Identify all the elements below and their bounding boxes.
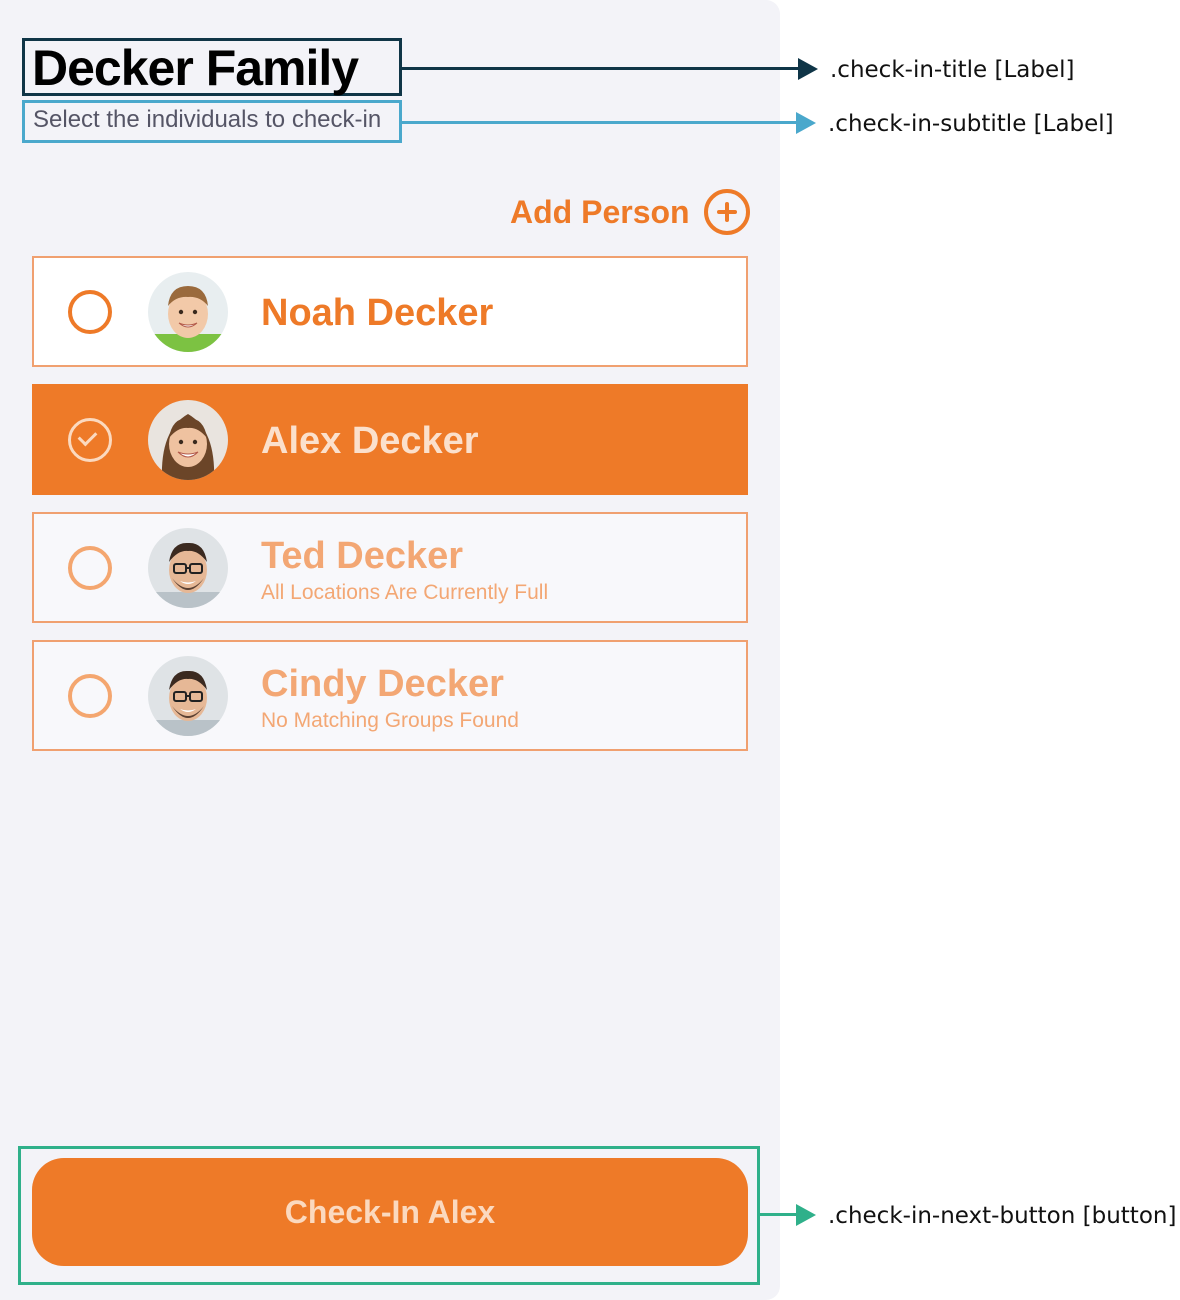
check-in-panel: Decker Family Select the individuals to … xyxy=(0,0,780,1300)
check-in-subtitle: Select the individuals to check-in xyxy=(33,106,382,133)
button-annotation-arrow-icon xyxy=(796,1204,816,1226)
person-name: Ted Decker xyxy=(261,535,464,577)
person-row-noah[interactable]: Noah Decker xyxy=(32,256,748,367)
person-status: All Locations Are Currently Full xyxy=(261,581,549,604)
person-name: Noah Decker xyxy=(261,292,494,334)
check-in-title: Decker Family xyxy=(32,40,359,96)
title-annotation-arrow-icon xyxy=(798,58,818,80)
person-name: Cindy Decker xyxy=(261,663,504,705)
subtitle-annotation-arrow-icon xyxy=(796,112,816,134)
person-row-cindy[interactable]: Cindy Decker No Matching Groups Found xyxy=(32,640,748,751)
person-name: Alex Decker xyxy=(261,420,479,462)
avatar xyxy=(148,400,228,480)
radio-unchecked-icon[interactable] xyxy=(68,674,112,718)
add-person-button[interactable]: Add Person xyxy=(510,188,750,236)
radio-checked-icon[interactable] xyxy=(68,418,112,462)
avatar xyxy=(148,656,228,736)
avatar xyxy=(148,272,228,352)
button-annotation-line xyxy=(760,1213,798,1216)
check-in-next-button[interactable]: Check-In Alex xyxy=(32,1158,748,1266)
title-annotation-line xyxy=(402,67,800,70)
title-annotation-label: .check-in-title [Label] xyxy=(830,57,1075,83)
plus-circle-icon xyxy=(703,189,750,235)
button-annotation-label: .check-in-next-button [button] xyxy=(828,1203,1177,1229)
radio-unchecked-icon[interactable] xyxy=(68,290,112,334)
checkmark-icon xyxy=(77,426,98,447)
avatar xyxy=(148,528,228,608)
person-status: No Matching Groups Found xyxy=(261,709,519,732)
person-row-ted[interactable]: Ted Decker All Locations Are Currently F… xyxy=(32,512,748,623)
person-row-alex[interactable]: Alex Decker xyxy=(32,384,748,495)
radio-unchecked-icon[interactable] xyxy=(68,546,112,590)
subtitle-annotation-line xyxy=(402,121,798,124)
subtitle-annotation-label: .check-in-subtitle [Label] xyxy=(828,111,1114,137)
add-person-label: Add Person xyxy=(510,193,690,230)
